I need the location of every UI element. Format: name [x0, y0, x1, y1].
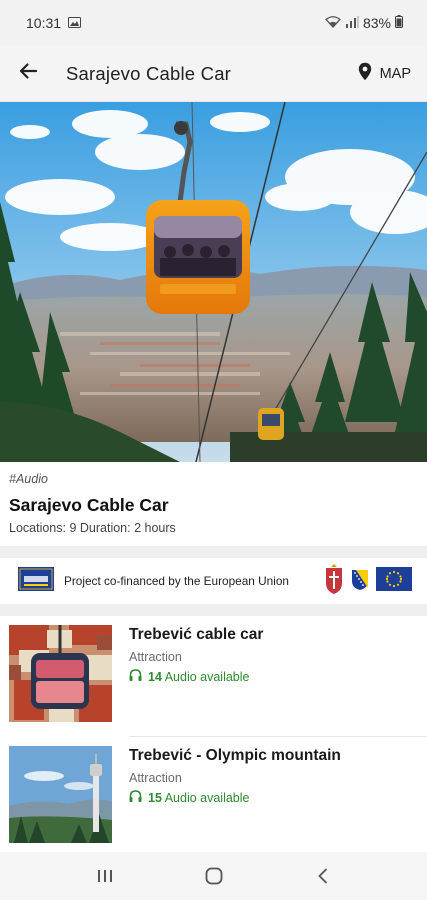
- signal-icon: [345, 15, 359, 31]
- battery-percent: 83%: [362, 15, 391, 31]
- audio-label: Audio available: [164, 790, 250, 805]
- hero-image: [0, 102, 427, 462]
- eu-flag-icon: [376, 566, 412, 596]
- battery-icon: [395, 15, 403, 31]
- map-button-label: MAP: [379, 65, 411, 82]
- recent-apps-icon[interactable]: [85, 856, 125, 896]
- eu-banner-text: Project co-financed by the European Unio…: [64, 574, 289, 588]
- location-list: Trebević cable car Attraction 14 Audio a…: [0, 616, 427, 858]
- list-item[interactable]: Trebević - Olympic mountain Attraction 1…: [0, 737, 427, 858]
- location-thumbnail: [9, 746, 112, 843]
- audio-availability: 15 Audio available: [129, 790, 341, 805]
- location-thumbnail: [9, 625, 112, 722]
- status-bar: 10:31 83%: [0, 0, 427, 46]
- section-divider: [0, 604, 427, 616]
- tour-tag: #Audio: [9, 472, 48, 486]
- list-item[interactable]: Trebević cable car Attraction 14 Audio a…: [0, 616, 427, 737]
- tour-info: #Audio Sarajevo Cable Car Locations: 9 D…: [0, 462, 427, 546]
- system-nav-bar: [0, 852, 427, 900]
- audio-count: 15: [148, 790, 162, 805]
- eu-program-logo: [18, 566, 54, 596]
- bosnia-flag-icon: [348, 567, 372, 596]
- map-pin-icon: [358, 62, 372, 85]
- status-time: 10:31: [26, 15, 62, 31]
- home-icon[interactable]: [194, 856, 234, 896]
- headphones-icon: [129, 790, 142, 805]
- page-title: Sarajevo Cable Car: [66, 62, 232, 84]
- eu-cofinance-banner: Project co-financed by the European Unio…: [0, 558, 427, 604]
- app-bar: Sarajevo Cable Car MAP: [0, 46, 427, 102]
- map-button[interactable]: MAP: [358, 62, 411, 85]
- headphones-icon: [129, 669, 142, 684]
- back-arrow-icon[interactable]: [18, 61, 38, 86]
- section-divider: [0, 546, 427, 558]
- wifi-icon: [325, 15, 341, 31]
- audio-availability: 14 Audio available: [129, 669, 263, 684]
- back-icon[interactable]: [303, 856, 343, 896]
- serbia-coat-of-arms-icon: [324, 563, 344, 600]
- audio-count: 14: [148, 669, 162, 684]
- audio-label: Audio available: [164, 669, 250, 684]
- tour-meta: Locations: 9 Duration: 2 hours: [9, 521, 176, 535]
- location-name: Trebević - Olympic mountain: [129, 747, 341, 764]
- location-category: Attraction: [129, 771, 182, 785]
- location-category: Attraction: [129, 650, 182, 664]
- tour-title: Sarajevo Cable Car: [9, 495, 169, 515]
- gallery-icon: [68, 15, 82, 31]
- location-name: Trebević cable car: [129, 626, 264, 643]
